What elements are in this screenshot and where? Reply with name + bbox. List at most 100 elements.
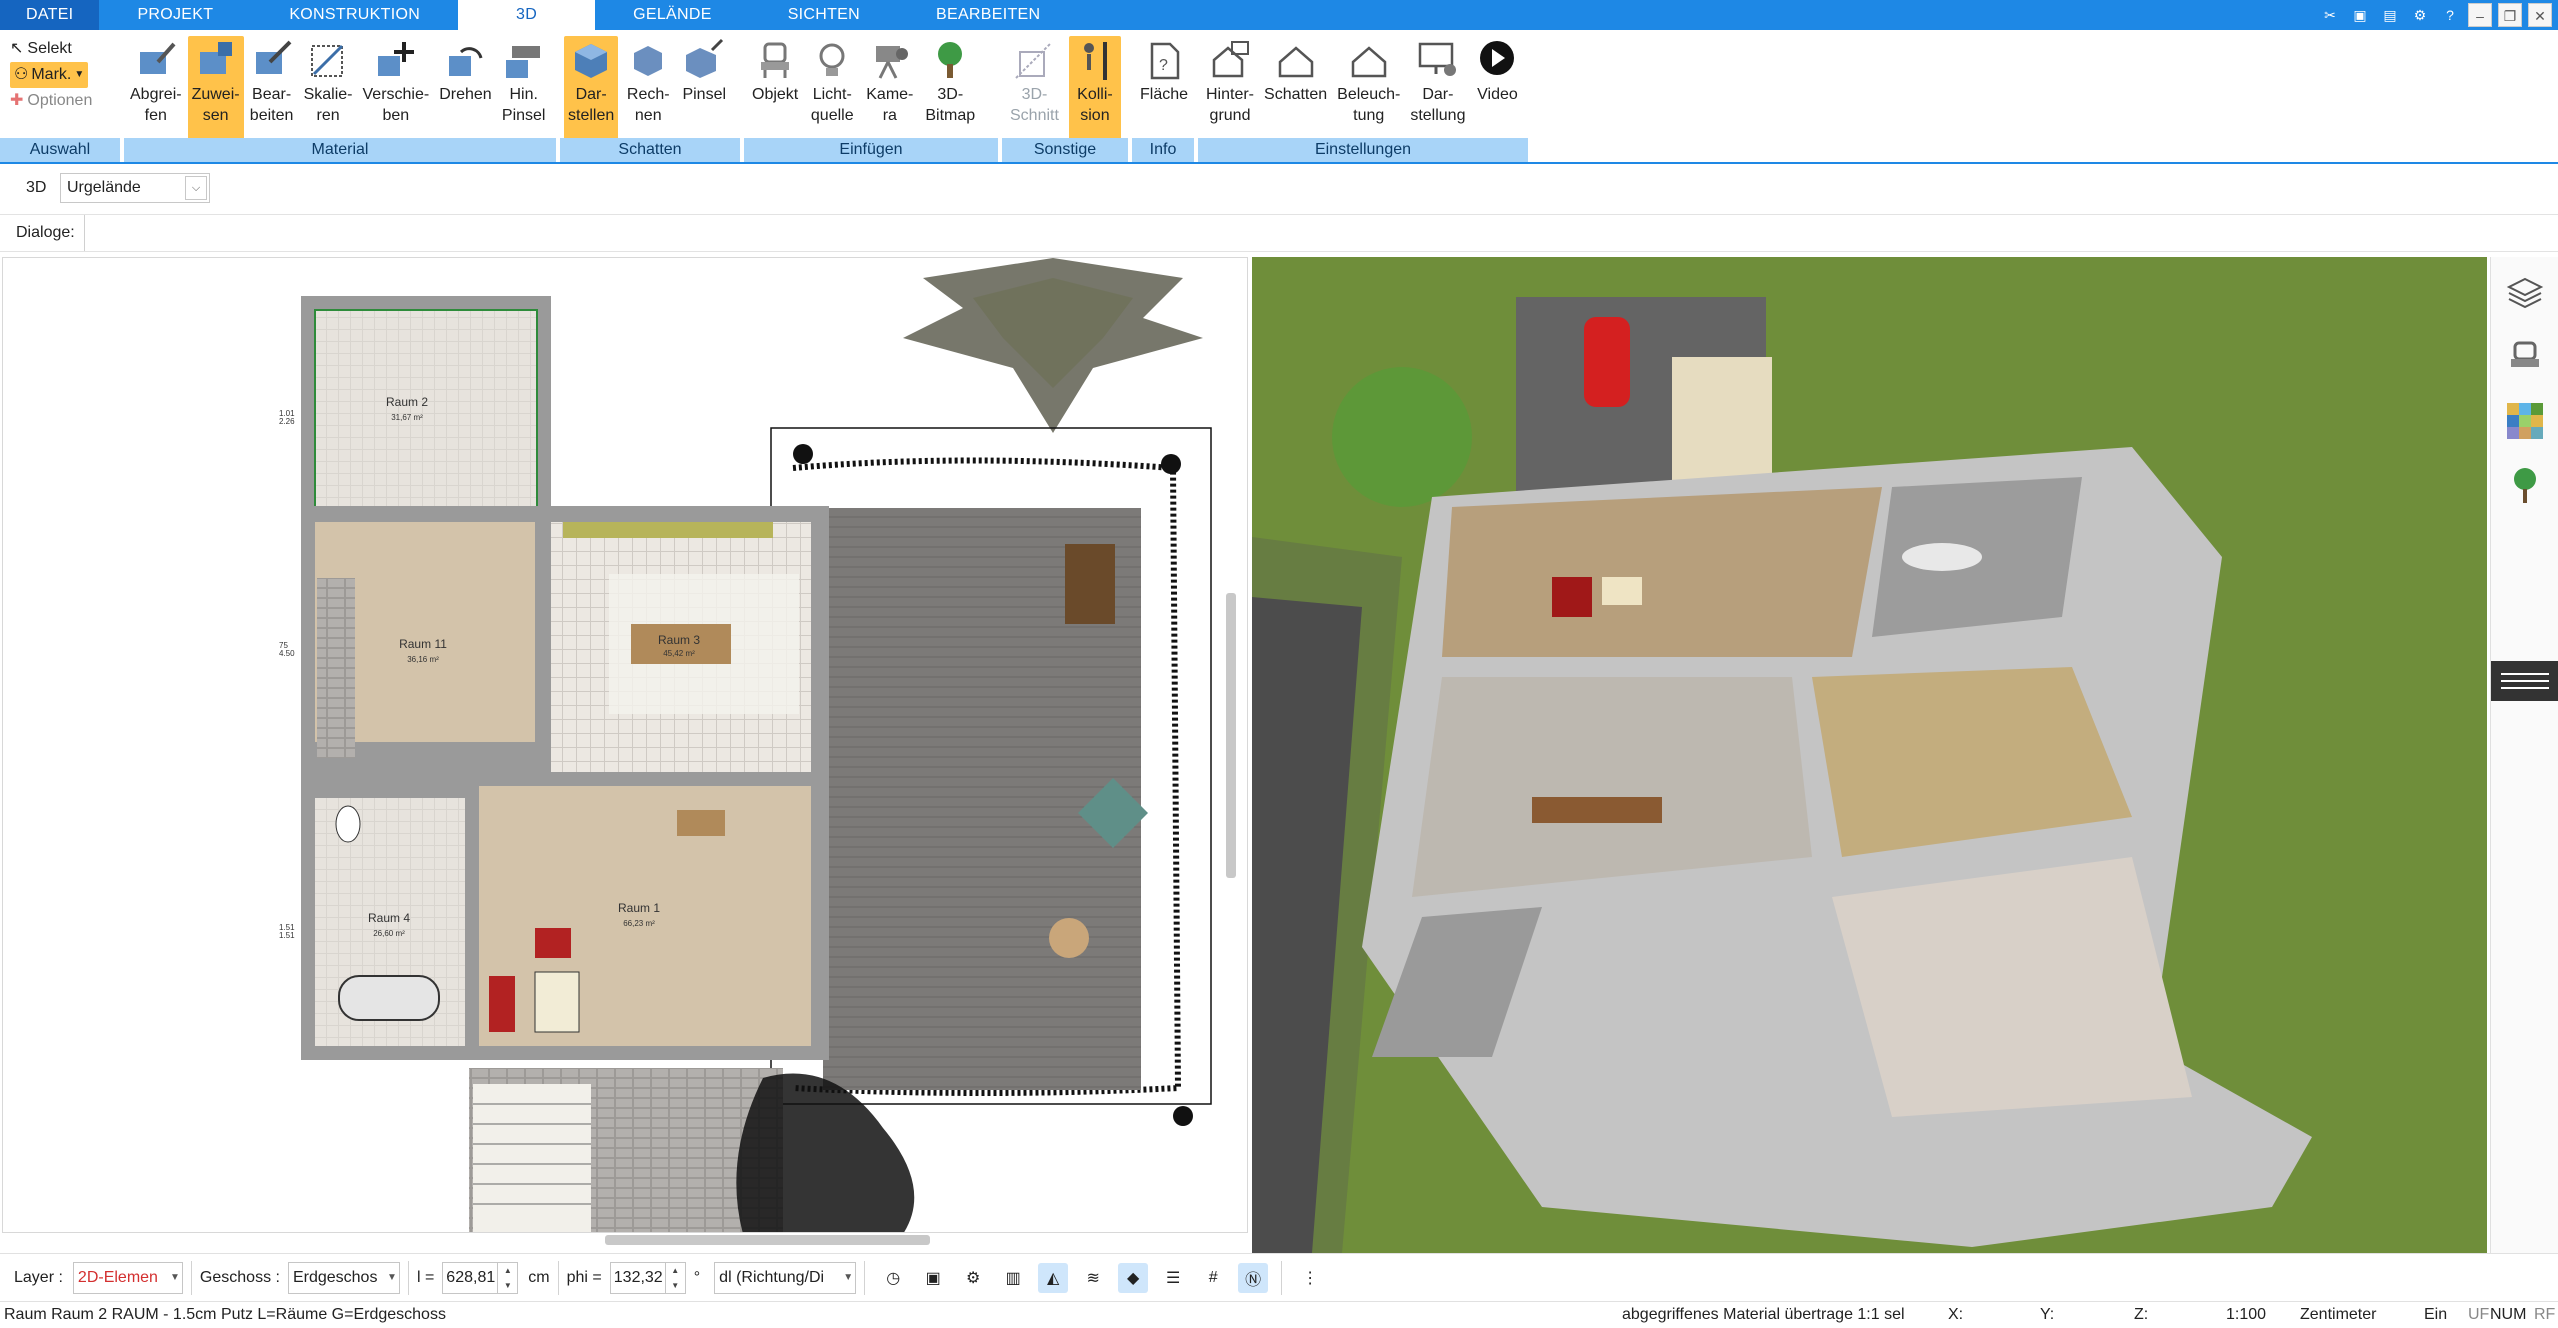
btn-label: Dar- bbox=[1422, 86, 1454, 103]
layers-icon[interactable] bbox=[2505, 273, 2545, 313]
texture-icon[interactable]: ≋ bbox=[1078, 1263, 1108, 1293]
btn-label: Bear- bbox=[252, 86, 292, 103]
tab-projekt[interactable]: PROJEKT bbox=[99, 0, 251, 30]
chevron-down-icon[interactable]: ⌵ bbox=[185, 176, 207, 200]
furniture-icon[interactable] bbox=[2505, 337, 2545, 377]
plants-icon[interactable] bbox=[2505, 465, 2545, 505]
minimize-button[interactable]: – bbox=[2468, 3, 2492, 27]
armchair-3d bbox=[1552, 577, 1592, 617]
view-mode-label: 3D bbox=[26, 179, 47, 196]
chevron-down-icon: ▼ bbox=[170, 1271, 180, 1283]
select-button[interactable]: ↖ Selekt bbox=[0, 36, 122, 62]
tab-datei[interactable]: DATEI bbox=[0, 0, 100, 30]
group-einstellungen: Hinter-grund Schatten Beleuch-tung Dar-s… bbox=[1198, 30, 1530, 162]
btn-label: Kolli- bbox=[1077, 86, 1113, 103]
group-label-einstellungen: Einstellungen bbox=[1198, 138, 1530, 162]
3d-view[interactable] bbox=[1252, 257, 2487, 1253]
btn-label: nen bbox=[634, 107, 662, 124]
more-icon[interactable]: ⋮ bbox=[1295, 1263, 1325, 1293]
grab-material-button[interactable]: Abgrei-fen bbox=[126, 36, 186, 140]
area-info-button[interactable]: ? Fläche bbox=[1136, 36, 1192, 140]
desk bbox=[677, 810, 725, 836]
insert-camera-button[interactable]: Kame-ra bbox=[862, 36, 917, 140]
collision-button[interactable]: Kolli-sion bbox=[1068, 36, 1121, 140]
assign-material-button[interactable]: Zuwei-sen bbox=[187, 36, 244, 140]
surfaces-icon[interactable]: ☰ bbox=[1158, 1263, 1188, 1293]
background-button[interactable]: Hinter-grund bbox=[1202, 36, 1258, 140]
tab-konstruktion[interactable]: KONSTRUKTION bbox=[251, 0, 458, 30]
3d-section-button[interactable]: 3D- Schnitt bbox=[1006, 36, 1063, 140]
room-label: Raum 2 bbox=[386, 395, 428, 409]
materials-icon[interactable] bbox=[2505, 401, 2545, 441]
terrain-select[interactable]: Urgelände ⌵ bbox=[60, 173, 210, 203]
restore-button[interactable]: ❐ bbox=[2498, 3, 2522, 27]
plan-horizontal-scrollbar[interactable] bbox=[605, 1235, 930, 1245]
room-label: Raum 4 bbox=[368, 911, 410, 925]
plane-icon[interactable]: ◆ bbox=[1118, 1262, 1149, 1293]
phi-spinner[interactable]: ▲ ▼ bbox=[665, 1261, 686, 1294]
display-settings-button[interactable]: Dar-stellung bbox=[1406, 36, 1469, 140]
plan-vertical-scrollbar[interactable] bbox=[1226, 593, 1236, 878]
dl-select[interactable]: dl (Richtung/Di ▼ bbox=[714, 1261, 857, 1294]
shadow-settings-button[interactable]: Schatten bbox=[1260, 36, 1331, 140]
btn-label: beiten bbox=[249, 107, 294, 124]
dialogs-bar: Dialoge: bbox=[0, 214, 2558, 252]
insert-object-button[interactable]: Objekt bbox=[748, 36, 802, 140]
help-icon[interactable]: ? bbox=[2438, 3, 2462, 27]
video-button[interactable]: Video bbox=[1471, 36, 1523, 140]
dimension-label: 4.50 bbox=[279, 649, 295, 658]
move-material-button[interactable]: Verschie-ben bbox=[359, 36, 434, 140]
layers-stack-icon[interactable]: ▥ bbox=[998, 1263, 1028, 1293]
presentation-icon[interactable]: ▣ bbox=[918, 1263, 948, 1293]
layer-label: Layer : bbox=[14, 1268, 63, 1286]
grid-icon[interactable]: # bbox=[1198, 1263, 1228, 1293]
scale-material-button[interactable]: Skalie-ren bbox=[300, 36, 357, 140]
insert-3d-bitmap-button[interactable]: 3D- Bitmap bbox=[921, 36, 979, 140]
snap-icon[interactable]: ◭ bbox=[1038, 1262, 1069, 1293]
terrain-select-value: Urgelände bbox=[67, 179, 141, 196]
divider bbox=[864, 1260, 866, 1295]
length-spinner[interactable]: ▲ ▼ bbox=[498, 1261, 519, 1294]
btn-label: Schnitt bbox=[1010, 107, 1059, 124]
btn-label: stellung bbox=[1410, 107, 1466, 124]
geschoss-select[interactable]: Erdgeschos ▼ bbox=[287, 1261, 400, 1294]
print-icon[interactable]: ▤ bbox=[2378, 3, 2402, 27]
cube-brush-icon bbox=[686, 38, 724, 78]
edit-material-button[interactable]: Bear-beiten bbox=[246, 36, 298, 140]
play-icon bbox=[1480, 41, 1515, 75]
tab-gelaende[interactable]: GELÄNDE bbox=[595, 0, 750, 30]
objects-icon[interactable]: ⚙ bbox=[958, 1263, 988, 1293]
tab-3d[interactable]: 3D bbox=[458, 0, 596, 30]
btn-label: Pinsel bbox=[682, 86, 727, 103]
calc-shadow-button[interactable]: Rech-nen bbox=[622, 36, 674, 140]
panel-toggle[interactable] bbox=[2491, 661, 2558, 701]
shadow-brush-button[interactable]: Pinsel bbox=[678, 36, 730, 140]
north-icon[interactable]: Ⓝ bbox=[1238, 1262, 1269, 1293]
close-button[interactable]: ✕ bbox=[2528, 3, 2552, 27]
hin-pinsel-button[interactable]: Hin. Pinsel bbox=[498, 36, 550, 140]
length-input[interactable]: 628,81 bbox=[442, 1261, 499, 1294]
btn-label: grund bbox=[1209, 107, 1251, 124]
options-button[interactable]: ✚ Optionen bbox=[0, 88, 122, 114]
show-shadow-button[interactable]: Dar-stellen bbox=[564, 36, 619, 140]
armchair bbox=[489, 976, 515, 1032]
layer-select[interactable]: 2D-Elemen ▼ bbox=[72, 1261, 183, 1294]
rotate-material-button[interactable]: Drehen bbox=[435, 36, 495, 140]
status-selection: Raum Raum 2 RAUM - 1.5cm Putz L=Räume G=… bbox=[4, 1306, 446, 1323]
tab-sichten[interactable]: SICHTEN bbox=[750, 0, 898, 30]
house-light-icon bbox=[1351, 46, 1386, 78]
btn-label: 3D- bbox=[1021, 86, 1048, 103]
tab-bearbeiten[interactable]: BEARBEITEN bbox=[898, 0, 1078, 30]
insert-light-button[interactable]: Licht-quelle bbox=[806, 36, 858, 140]
collision-person-icon bbox=[1083, 42, 1107, 80]
tools-icon[interactable]: ✂ bbox=[2318, 3, 2342, 27]
lighting-button[interactable]: Beleuch-tung bbox=[1333, 36, 1404, 140]
settings-icon[interactable]: ⚙ bbox=[2408, 3, 2432, 27]
mark-button[interactable]: ⚇ Mark. ▼ bbox=[0, 62, 122, 88]
folder-icon[interactable]: ▣ bbox=[2348, 3, 2372, 27]
clock-icon[interactable]: ◷ bbox=[878, 1263, 908, 1293]
paint-roller-icon bbox=[505, 46, 540, 78]
patio-table bbox=[1065, 544, 1115, 624]
floor-plan-view[interactable]: Raum 2 31,67 m² Raum 11 36,16 m² Raum 3 … bbox=[2, 257, 1248, 1233]
phi-input[interactable]: 132,32 bbox=[609, 1261, 666, 1294]
